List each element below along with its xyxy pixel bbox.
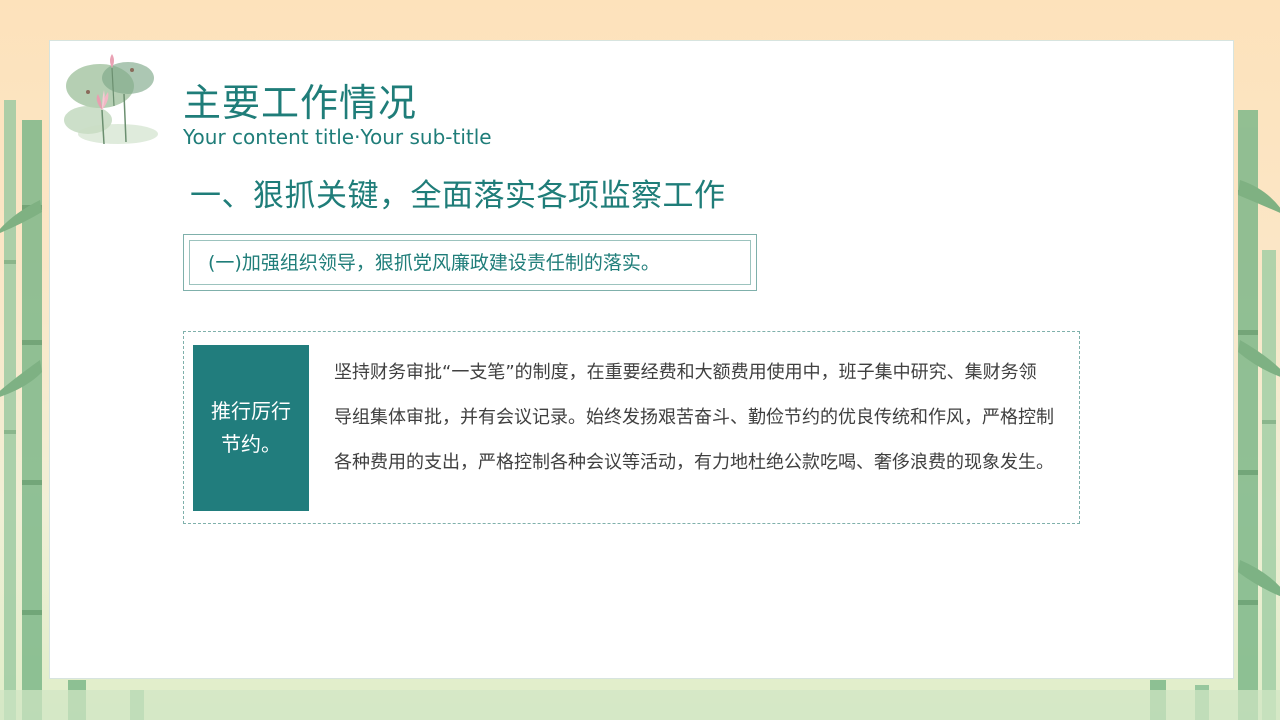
lotus-painting-icon <box>64 54 158 145</box>
content-label-block: 推行厉行节约。 <box>193 345 309 511</box>
subheading-box-inner: (一)加强组织领导，狠抓党风廉政建设责任制的落实。 <box>189 240 751 285</box>
subheading-text: (一)加强组织领导，狠抓党风廉政建设责任制的落实。 <box>208 251 660 274</box>
content-box: 推行厉行节约。 坚持财务审批“一支笔”的制度，在重要经费和大额费用使用中，班子集… <box>183 331 1080 524</box>
page-subtitle: Your content title·Your sub-title <box>183 125 492 149</box>
subheading-box: (一)加强组织领导，狠抓党风廉政建设责任制的落实。 <box>183 234 757 291</box>
section-heading: 一、狠抓关键，全面落实各项监察工作 <box>190 178 726 214</box>
content-body-text: 坚持财务审批“一支笔”的制度，在重要经费和大额费用使用中，班子集中研究、集财务领… <box>334 362 1054 473</box>
content-label: 推行厉行节约。 <box>211 399 291 456</box>
page-title: 主要工作情况 <box>183 81 418 125</box>
